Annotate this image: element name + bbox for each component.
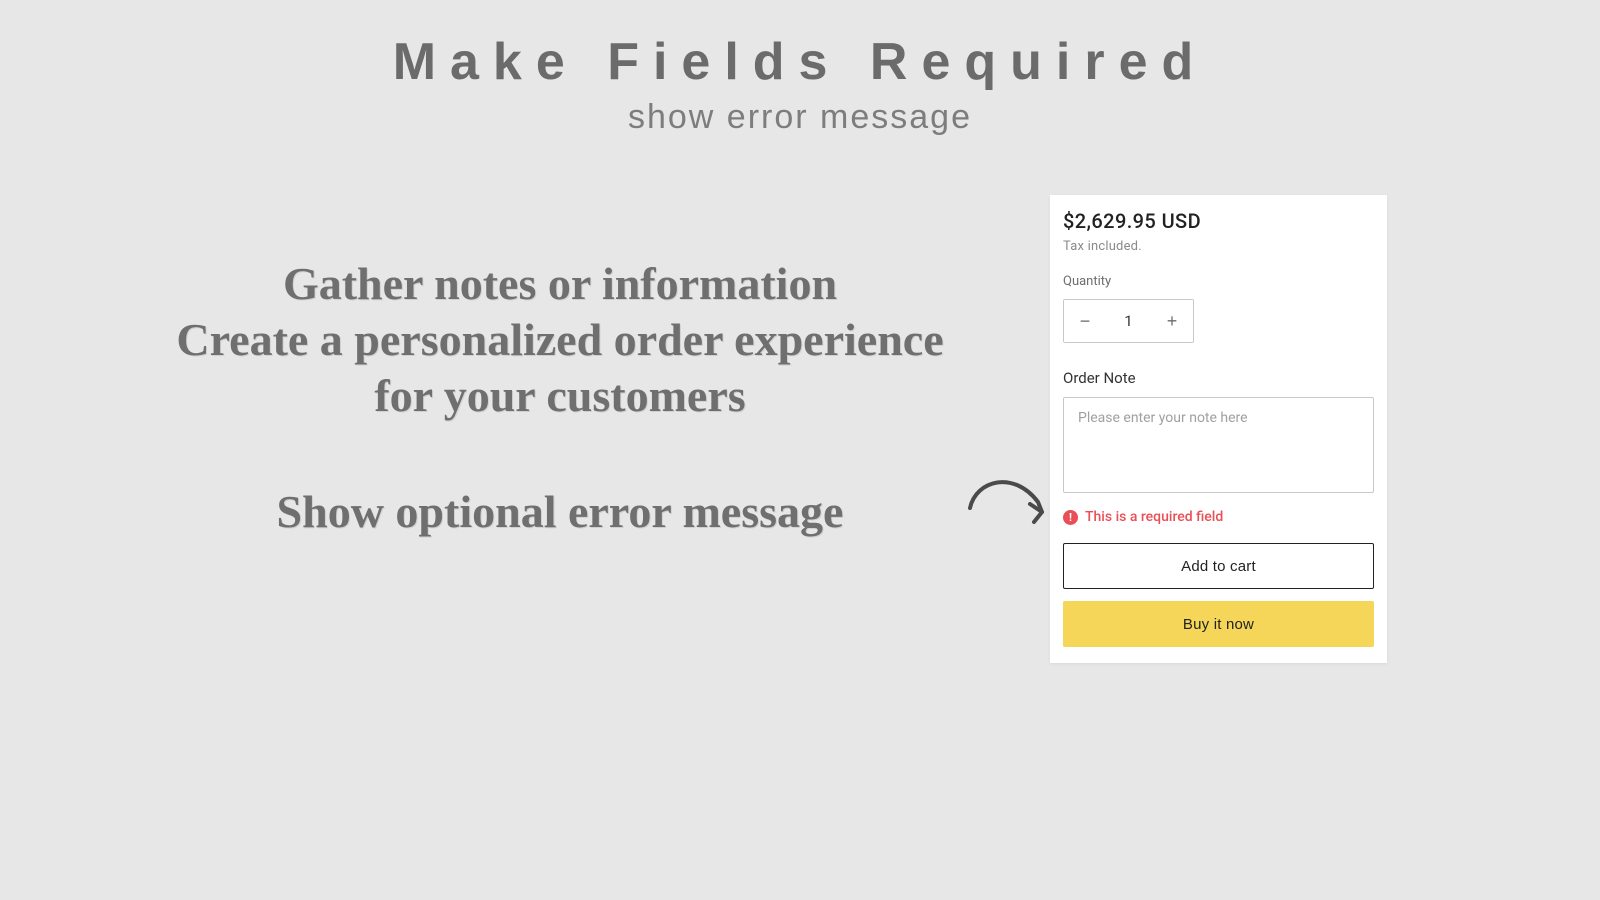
error-message-text: This is a required field: [1085, 509, 1223, 525]
marketing-copy-2: Show optional error message: [70, 484, 1050, 539]
add-to-cart-button[interactable]: Add to cart: [1063, 543, 1374, 589]
quantity-increase-button[interactable]: +: [1151, 300, 1193, 342]
quantity-value: 1: [1106, 312, 1151, 330]
product-form-card: $2,629.95 USD Tax included. Quantity − 1…: [1050, 195, 1387, 663]
tax-note: Tax included.: [1063, 239, 1374, 254]
marketing-line-1: Gather notes or information: [283, 258, 837, 309]
error-icon: !: [1063, 510, 1078, 525]
plus-icon: +: [1167, 311, 1178, 332]
error-message-row: ! This is a required field: [1063, 509, 1374, 525]
buy-now-button[interactable]: Buy it now: [1063, 601, 1374, 647]
marketing-line-3: for your customers: [374, 370, 745, 421]
page-title: Make Fields Required: [0, 0, 1600, 92]
quantity-decrease-button[interactable]: −: [1064, 300, 1106, 342]
arrow-icon: [958, 464, 1058, 544]
marketing-line-4: Show optional error message: [277, 486, 844, 537]
minus-icon: −: [1080, 311, 1091, 332]
quantity-label: Quantity: [1063, 274, 1374, 289]
order-note-textarea[interactable]: [1063, 397, 1374, 493]
order-note-label: Order Note: [1063, 369, 1374, 387]
price: $2,629.95 USD: [1063, 209, 1374, 233]
page-subtitle: show error message: [0, 98, 1600, 137]
marketing-line-2: Create a personalized order experience: [176, 314, 943, 365]
quantity-stepper[interactable]: − 1 +: [1063, 299, 1194, 343]
marketing-copy: Gather notes or information Create a per…: [70, 256, 1050, 424]
